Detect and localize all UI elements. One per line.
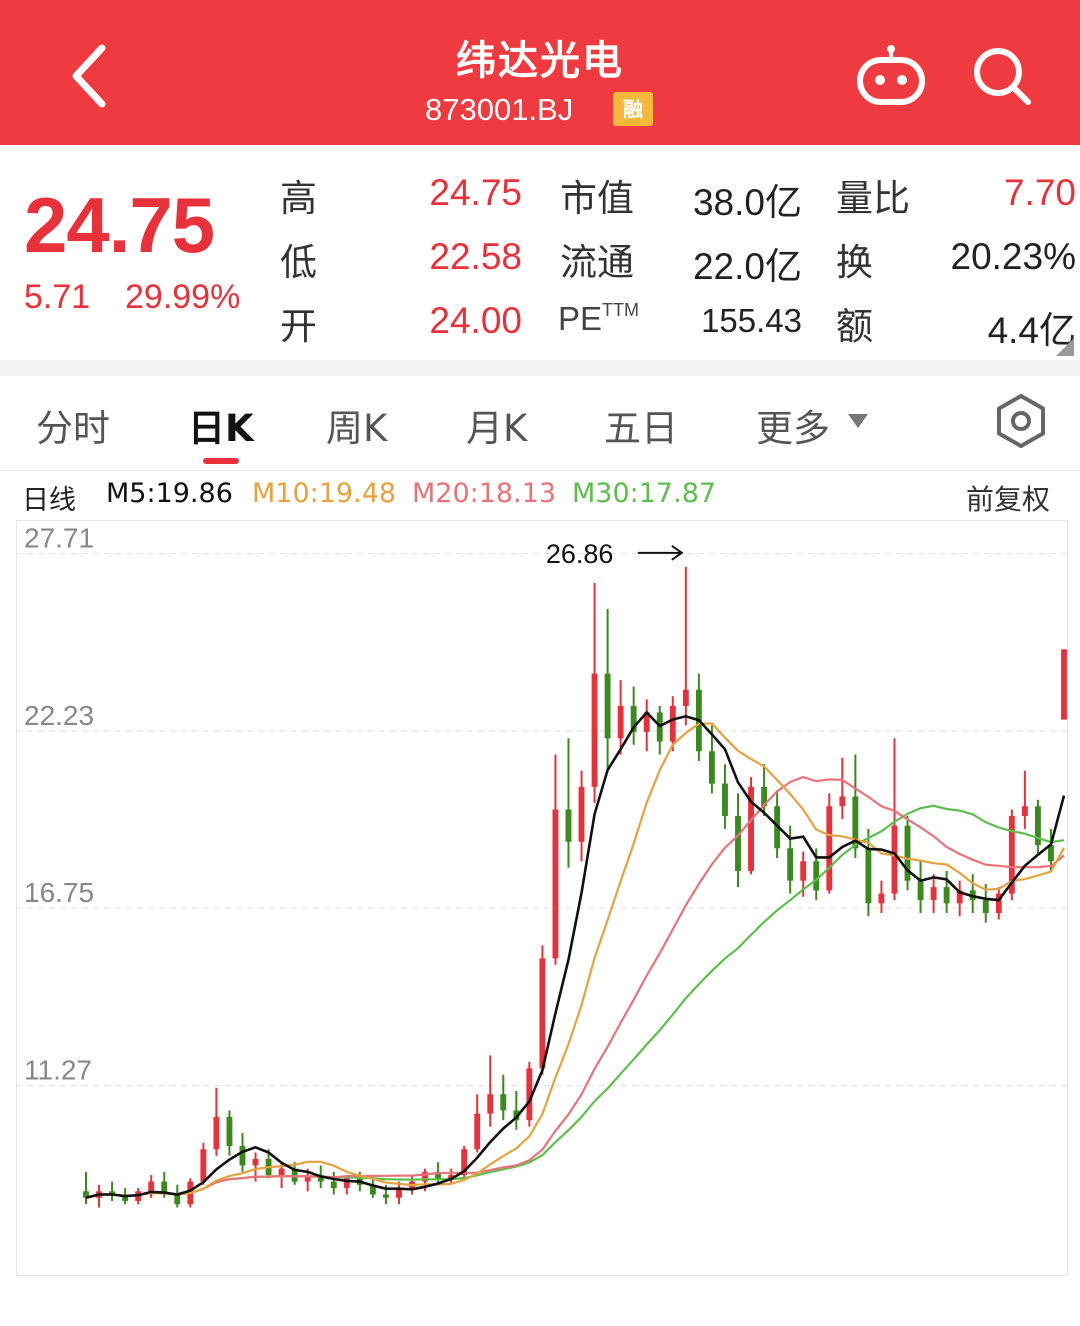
pe-value: 155.43 <box>701 302 802 339</box>
tab-monthly-k[interactable]: 月K <box>466 398 527 452</box>
tab-daily-k[interactable]: 日K <box>188 398 254 452</box>
low-value: 22.58 <box>429 236 522 277</box>
hexagon-settings-icon[interactable] <box>995 393 1047 449</box>
candle <box>1061 649 1067 720</box>
high-annotation-label: 26.86 <box>546 539 614 569</box>
stock-code: 873001.BJ <box>425 92 574 127</box>
pe-label: PETTM <box>558 300 640 337</box>
tab-divider <box>0 470 1080 471</box>
amount-value: 4.4亿 <box>987 310 1076 351</box>
price-change-percent: 29.99% <box>125 278 241 316</box>
current-price: 24.75 <box>24 181 215 269</box>
active-tab-indicator <box>203 458 239 464</box>
high-value: 24.75 <box>429 172 522 213</box>
open-label: 开 <box>280 305 317 348</box>
section-separator <box>0 360 1080 376</box>
market-cap-label: 市值 <box>560 177 634 220</box>
y-tick-label: 27.71 <box>24 523 94 554</box>
float-cap-value: 22.0亿 <box>692 246 802 287</box>
adjust-mode-toggle[interactable]: 前复权 <box>966 478 1050 518</box>
tab-more[interactable]: 更多 <box>756 398 830 452</box>
market-cap-value: 38.0亿 <box>692 182 802 223</box>
volume-ratio-value: 7.70 <box>1003 172 1076 213</box>
tab-weekly-k[interactable]: 周K <box>326 398 387 452</box>
candle <box>904 815 911 891</box>
expand-corner-icon[interactable] <box>1056 338 1074 356</box>
price-change: 5.71 <box>24 278 91 316</box>
high-label: 高 <box>280 177 317 220</box>
low-label: 低 <box>280 241 317 284</box>
tab-intraday[interactable]: 分时 <box>36 398 110 452</box>
ma20-value: M20:18.13 <box>412 478 557 509</box>
ma30-value: M30:17.87 <box>572 478 717 509</box>
ma5-value: M5:19.86 <box>106 478 233 509</box>
y-tick-label: 11.27 <box>24 1054 92 1085</box>
amount-label: 额 <box>836 305 873 348</box>
candle <box>826 793 833 894</box>
candle <box>539 945 546 1075</box>
search-icon[interactable] <box>970 44 1034 108</box>
open-value: 24.00 <box>429 300 522 341</box>
margin-badge: 融 <box>613 92 653 126</box>
volume-ratio-label: 量比 <box>836 177 910 220</box>
float-cap-label: 流通 <box>560 241 634 284</box>
top-bar: 纬达光电 873001.BJ 融 <box>0 0 1080 145</box>
tab-five-day[interactable]: 五日 <box>604 398 678 452</box>
period-label: 日线 <box>22 485 76 516</box>
candle <box>748 777 754 875</box>
ma10-value: M10:19.48 <box>252 478 397 509</box>
y-tick-label: 22.23 <box>24 700 94 731</box>
turnover-label: 换 <box>836 241 873 284</box>
turnover-value: 20.23% <box>950 236 1077 277</box>
robot-icon[interactable] <box>856 42 926 108</box>
y-tick-label: 16.75 <box>24 877 94 908</box>
chevron-down-icon[interactable] <box>848 414 868 428</box>
candlestick-chart[interactable]: 27.71 22.23 16.75 11.27 26.86 <box>16 520 1068 1276</box>
